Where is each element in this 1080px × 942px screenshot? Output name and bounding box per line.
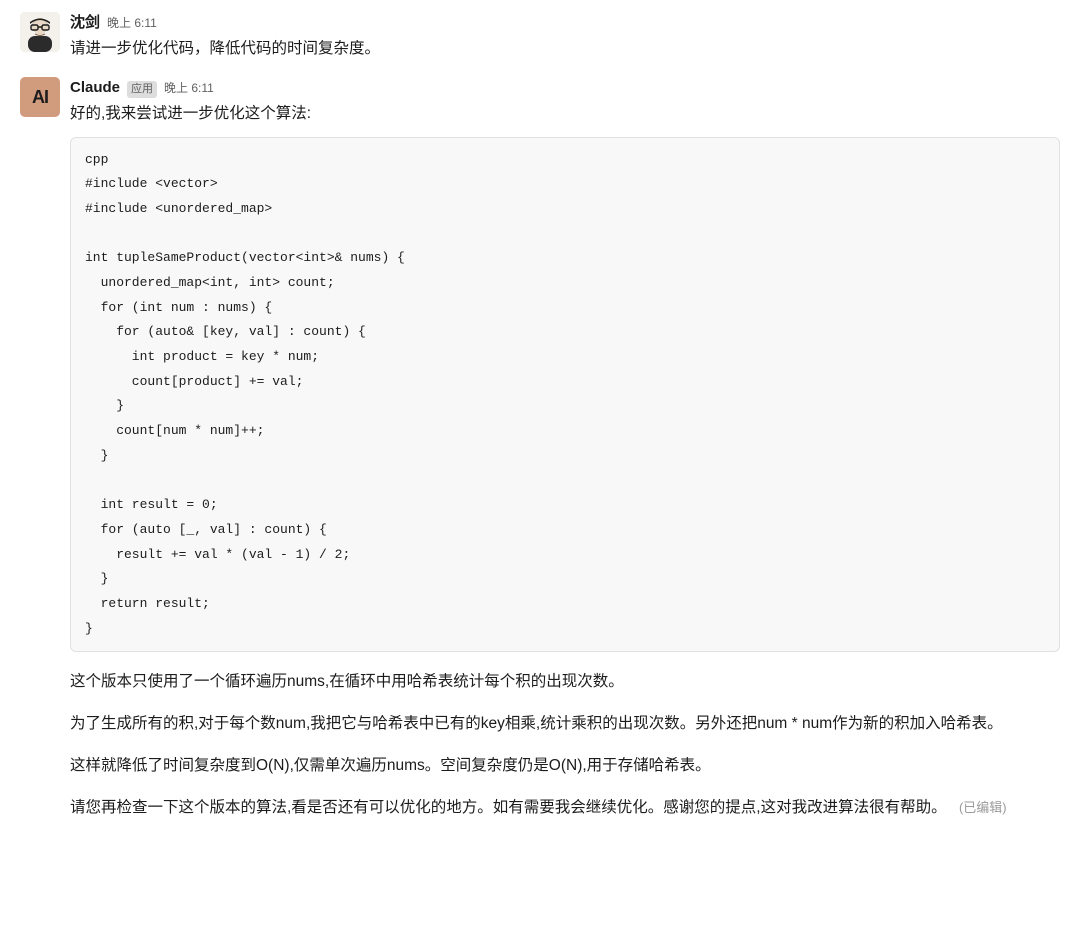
- sender-name[interactable]: 沈剑: [70, 12, 100, 35]
- sender-name[interactable]: Claude: [70, 77, 120, 100]
- message-claude: AI Claude 应用 晚上 6:11 好的,我来尝试进一步优化这个算法: c…: [20, 73, 1060, 846]
- timestamp[interactable]: 晚上 6:11: [107, 14, 157, 32]
- message-user: 沈剑 晚上 6:11 请进一步优化代码，降低代码的时间复杂度。: [20, 8, 1060, 73]
- edited-label: (已编辑): [959, 800, 1007, 815]
- message-body-user: 沈剑 晚上 6:11 请进一步优化代码，降低代码的时间复杂度。: [70, 12, 1060, 65]
- message-body-claude: Claude 应用 晚上 6:11 好的,我来尝试进一步优化这个算法: cpp …: [70, 77, 1060, 838]
- avatar-claude-text: AI: [32, 84, 48, 111]
- app-badge: 应用: [127, 81, 157, 97]
- explanation-para-1: 为了生成所有的积,对于每个数num,我把它与哈希表中已有的key相乘,统计乘积的…: [70, 712, 1060, 736]
- avatar-user-image: [20, 12, 60, 52]
- explanation-text-3: 请您再检查一下这个版本的算法,看是否还有可以优化的地方。如有需要我会继续优化。感…: [70, 799, 947, 816]
- message-header: 沈剑 晚上 6:11: [70, 12, 1060, 35]
- user-request-text: 请进一步优化代码，降低代码的时间复杂度。: [70, 37, 1060, 62]
- explanation-para-0: 这个版本只使用了一个循环遍历nums,在循环中用哈希表统计每个积的出现次数。: [70, 670, 1060, 694]
- avatar-claude[interactable]: AI: [20, 77, 60, 117]
- message-text: 好的,我来尝试进一步优化这个算法: cpp #include <vector> …: [70, 102, 1060, 821]
- explanation-para-2: 这样就降低了时间复杂度到O(N),仅需单次遍历nums。空间复杂度仍是O(N),…: [70, 754, 1060, 778]
- avatar-user[interactable]: [20, 12, 60, 52]
- intro-text: 好的,我来尝试进一步优化这个算法:: [70, 102, 1060, 127]
- explanation-para-3: 请您再检查一下这个版本的算法,看是否还有可以优化的地方。如有需要我会继续优化。感…: [70, 796, 1060, 820]
- code-block[interactable]: cpp #include <vector> #include <unordere…: [70, 137, 1060, 653]
- message-header: Claude 应用 晚上 6:11: [70, 77, 1060, 100]
- message-text: 请进一步优化代码，降低代码的时间复杂度。: [70, 37, 1060, 62]
- timestamp[interactable]: 晚上 6:11: [164, 79, 214, 97]
